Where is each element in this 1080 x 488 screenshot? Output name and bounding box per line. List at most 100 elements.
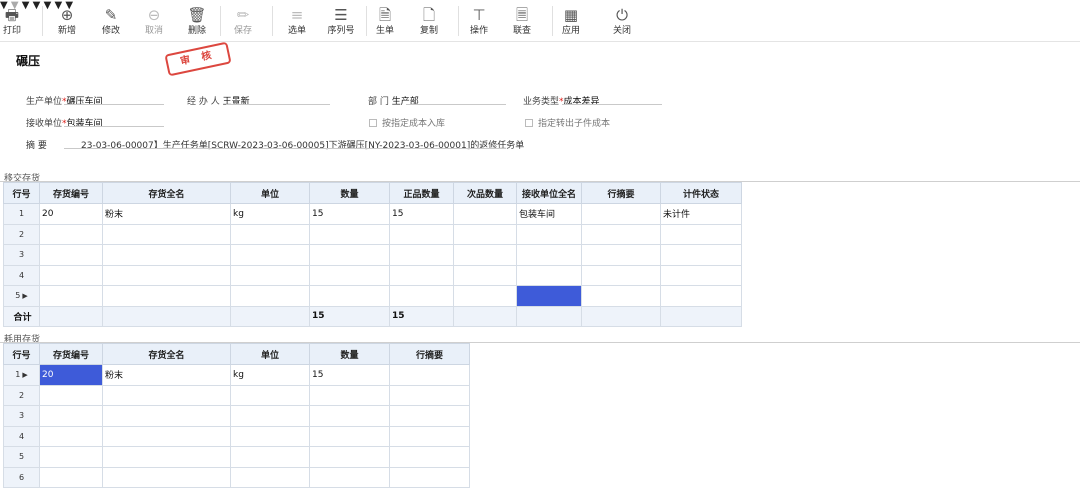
table-row[interactable]: 3: [3, 405, 470, 427]
table-cell[interactable]: [102, 223, 231, 245]
copy-button[interactable]: 🗋 复制: [418, 4, 440, 40]
column-header[interactable]: 存货编号: [39, 343, 103, 365]
prod-unit-field[interactable]: 生产单位*碾压车间: [26, 94, 103, 107]
print-button[interactable]: 🖶 打印: [2, 4, 22, 40]
column-header[interactable]: 存货编号: [39, 182, 103, 204]
query-button[interactable]: 🗏 联查: [511, 4, 533, 40]
table-cell[interactable]: [581, 264, 661, 286]
table-cell[interactable]: [581, 244, 661, 266]
table-cell[interactable]: [453, 264, 517, 286]
table-cell[interactable]: [39, 244, 103, 266]
table-cell[interactable]: [453, 223, 517, 245]
table-cell[interactable]: 20: [39, 364, 103, 386]
recv-unit-field[interactable]: 接收单位*包装车间: [26, 116, 103, 129]
close-button[interactable]: ⏻ 关闭: [611, 4, 633, 40]
table-cell[interactable]: 粉末: [102, 203, 231, 225]
memo-field[interactable]: 23-03-06-00007】生产任务单[SCRW-2023-03-06-000…: [81, 138, 524, 151]
table-cell[interactable]: [230, 223, 310, 245]
generate-order-button[interactable]: 🗎 生单: [374, 4, 396, 40]
table-cell[interactable]: [39, 466, 103, 488]
table-cell[interactable]: [39, 425, 103, 447]
column-header[interactable]: 存货全名: [102, 343, 231, 365]
table-cell[interactable]: 未计件: [660, 203, 742, 225]
table-cell[interactable]: [453, 244, 517, 266]
table-row[interactable]: 1 20 粉末 kg 15 15 包装车间 未计件: [3, 203, 742, 225]
table-cell[interactable]: [516, 223, 582, 245]
cost-in-checkbox[interactable]: 按指定成本入库: [369, 116, 445, 129]
chevron-down-icon[interactable]: ▼: [33, 0, 41, 11]
add-button[interactable]: ⊕ 新增: [56, 4, 78, 40]
table-cell[interactable]: [39, 223, 103, 245]
column-header[interactable]: 存货全名: [102, 182, 231, 204]
table-cell[interactable]: [660, 223, 742, 245]
table-cell[interactable]: [102, 425, 231, 447]
table-cell[interactable]: [102, 384, 231, 406]
table-cell[interactable]: [102, 466, 231, 488]
table-cell[interactable]: [309, 405, 390, 427]
table-row[interactable]: 6: [3, 466, 470, 488]
table-row[interactable]: 2: [3, 384, 470, 406]
table-cell[interactable]: [389, 466, 470, 488]
table-cell[interactable]: [230, 285, 310, 307]
column-header[interactable]: 接收单位全名: [516, 182, 582, 204]
table-cell[interactable]: [389, 384, 470, 406]
column-header[interactable]: 数量: [309, 182, 390, 204]
table-row[interactable]: 3: [3, 244, 742, 266]
table-cell[interactable]: [309, 244, 390, 266]
column-header[interactable]: 行号: [3, 182, 40, 204]
table-cell[interactable]: [453, 285, 517, 307]
column-header[interactable]: 计件状态: [660, 182, 742, 204]
serial-number-button[interactable]: ☰ 序列号: [326, 4, 356, 40]
table-cell[interactable]: 15: [309, 203, 390, 225]
table-cell[interactable]: 粉末: [102, 364, 231, 386]
table-cell[interactable]: 包装车间: [516, 203, 582, 225]
table-cell[interactable]: [389, 425, 470, 447]
table-cell[interactable]: [230, 384, 310, 406]
table-cell[interactable]: [389, 446, 470, 468]
table-cell[interactable]: [230, 405, 310, 427]
table-row[interactable]: 4: [3, 264, 742, 286]
table-cell[interactable]: 20: [39, 203, 103, 225]
table-cell[interactable]: [309, 264, 390, 286]
sub-cost-checkbox[interactable]: 指定转出子件成本: [525, 116, 610, 129]
dept-field[interactable]: 部 门 生产部: [368, 94, 419, 107]
operate-button[interactable]: ⊤ 操作: [468, 4, 490, 40]
table-cell[interactable]: [309, 285, 390, 307]
save-button[interactable]: ✏ 保存: [232, 4, 254, 40]
table-row[interactable]: 4: [3, 425, 470, 447]
table-cell[interactable]: kg: [230, 203, 310, 225]
table-cell[interactable]: [581, 203, 661, 225]
table-cell[interactable]: [102, 446, 231, 468]
column-header[interactable]: 行摘要: [581, 182, 661, 204]
table-cell[interactable]: [39, 384, 103, 406]
table-cell[interactable]: [581, 285, 661, 307]
table-cell[interactable]: [230, 425, 310, 447]
handler-field[interactable]: 经 办 人 王景新: [187, 94, 250, 107]
table-cell[interactable]: [516, 285, 582, 307]
table-cell[interactable]: [309, 223, 390, 245]
table-cell[interactable]: [230, 466, 310, 488]
table-cell[interactable]: [389, 364, 470, 386]
table-cell[interactable]: [660, 285, 742, 307]
table-cell[interactable]: [660, 244, 742, 266]
table-cell[interactable]: [102, 244, 231, 266]
select-order-button[interactable]: ≡ 选单: [286, 4, 308, 40]
column-header[interactable]: 单位: [230, 343, 310, 365]
table-cell[interactable]: [309, 425, 390, 447]
chevron-down-icon[interactable]: ▼: [44, 0, 52, 11]
biz-type-field[interactable]: 业务类型*成本差异: [523, 94, 600, 107]
table-cell[interactable]: [309, 384, 390, 406]
table-cell[interactable]: [39, 264, 103, 286]
table-row[interactable]: 1 ▶ 20 粉末 kg 15: [3, 364, 470, 386]
table-cell[interactable]: [39, 405, 103, 427]
chevron-down-icon[interactable]: ▼: [22, 0, 30, 11]
table-row[interactable]: 5 ▶: [3, 285, 742, 307]
table-cell[interactable]: 15: [389, 203, 454, 225]
table-cell[interactable]: [39, 446, 103, 468]
table-row[interactable]: 5: [3, 446, 470, 468]
table-cell[interactable]: kg: [230, 364, 310, 386]
table-cell[interactable]: [39, 285, 103, 307]
column-header[interactable]: 行摘要: [389, 343, 470, 365]
table-cell[interactable]: [453, 203, 517, 225]
table-cell[interactable]: [389, 405, 470, 427]
